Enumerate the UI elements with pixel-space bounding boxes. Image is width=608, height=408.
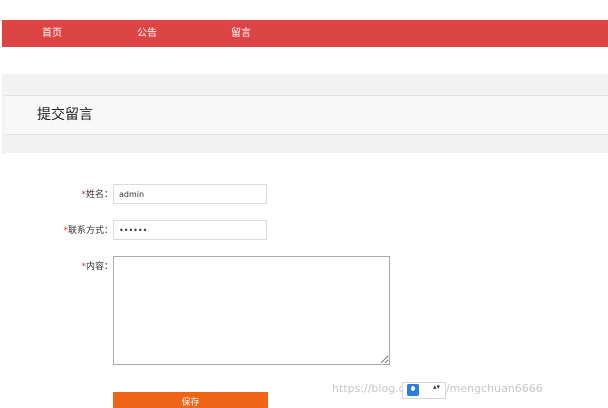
content-textarea[interactable]	[113, 256, 390, 365]
name-label: *姓名：	[9, 189, 113, 201]
contact-label-text: 联系方式：	[67, 226, 113, 236]
top-nav: 首页 公告 留言	[2, 20, 608, 47]
content-label: *内容：	[9, 261, 113, 273]
title-bar: 提交留言	[5, 95, 608, 135]
updown-arrows-icon: ▴▾	[433, 383, 441, 391]
message-form: *姓名： *联系方式： *内容：	[5, 153, 608, 408]
nav-item-home[interactable]: 首页	[42, 26, 62, 41]
save-button[interactable]: 保存	[113, 392, 268, 408]
nav-item-message[interactable]: 留言	[231, 26, 251, 41]
page: 首页 公告 留言 提交留言 *姓名： *联系方式： *内容： 保存 https:…	[0, 0, 608, 408]
name-input[interactable]	[113, 184, 267, 204]
content-label-text: 内容：	[85, 262, 113, 272]
name-label-text: 姓名：	[85, 190, 113, 200]
input-method-widget[interactable]: ▴▾	[402, 382, 446, 399]
contact-label: *联系方式：	[9, 225, 113, 237]
input-method-icon	[407, 384, 419, 396]
nav-item-notice[interactable]: 公告	[137, 26, 157, 41]
page-title: 提交留言	[37, 107, 93, 123]
contact-input[interactable]	[113, 220, 267, 240]
